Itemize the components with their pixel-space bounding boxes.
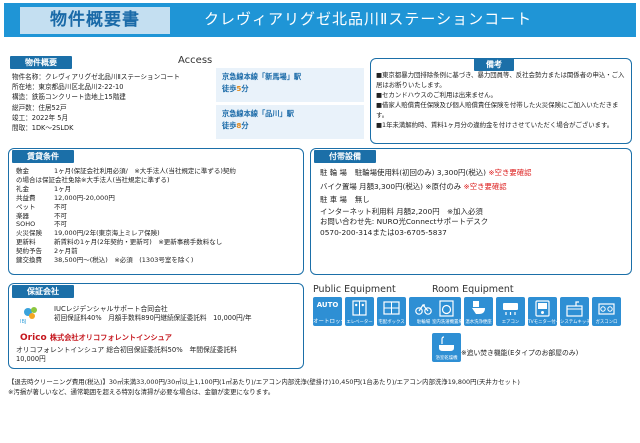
public-equipment-icons: AUTO オートロック エレベーター 宅配ボックス 駐輪場 <box>313 297 438 326</box>
route-walk: 徒歩5分 <box>222 84 249 93</box>
overview-line: 間取：1DK～2SLDK <box>12 124 74 133</box>
facilities-list: 駐 輪 場駐輪場使用料(初回のみ) 3,300円(税込) ※空き要確認 バイク置… <box>320 166 630 238</box>
footer-notes: 【退去時クリーニング費用(税込)】30㎡未満33,000円/30㎡以上1,100… <box>8 377 634 397</box>
lease-row: 契約予告 2ヶ月前 <box>16 247 78 256</box>
orico-logo: Orico 株式会社オリコフォレントインシュア <box>20 333 172 343</box>
gas-stove-icon: ガスコンロ <box>592 297 621 326</box>
elevator-icon: エレベーター <box>345 297 374 326</box>
overview-label: 物件概要 <box>10 56 72 69</box>
internet-info: インターネット利用料 月額2,200円 ※加入必須 お問い合わせ先: NURO光… <box>320 206 489 237</box>
reheating-note: ※追い焚き機能(Eタイプのお部屋のみ) <box>461 349 579 357</box>
overview-line: 構造：鉄筋コンクリート造地上15階建 <box>12 93 126 102</box>
washing-machine-icon: 室内洗濯機置場 <box>432 297 461 326</box>
route-walk: 徒歩8分 <box>222 121 249 130</box>
guarantee-company: IUCレジデンシャルサポート合同会社 初回保証料40% 月額手数料890円継続保… <box>54 305 252 322</box>
public-equipment-title: Public Equipment <box>313 284 396 295</box>
availability-note: ※空き要確認 <box>463 181 507 191</box>
lease-row: 共益費 12,000円-20,000円 <box>16 193 115 202</box>
system-kitchen-icon: システムキッチン <box>560 297 589 326</box>
lease-row: 楽器 不可 <box>16 211 67 220</box>
remark-line: ■借家人賠償責任保険及び個人賠償責任保険を付帯した火災保険にご加入いただきます。 <box>376 101 619 119</box>
lease-row: ペット 不可 <box>16 202 67 211</box>
lease-row: の場合は保証会社免除※大手法人(当社規定に準ずる) <box>16 175 170 184</box>
facility-parking: 駐 車 場無し <box>320 195 370 204</box>
access-route: 京急線本線「品川」駅 徒歩8分 <box>216 105 364 139</box>
auto-lock-icon: AUTO オートロック <box>313 297 342 326</box>
overview-list: 物件名称：クレヴィアリグゼ北品川Ⅱステーションコート 所在地：東京都品川区北品川… <box>12 72 210 133</box>
overview-line: 総戸数：住居52戸 <box>12 103 67 112</box>
footer-line: ※汚損が著しいなど、通常範囲を超える特別な清掃が必要な場合は、金額が変更になりま… <box>8 388 275 396</box>
overview-line: 竣工：2022年 5月 <box>12 113 69 122</box>
availability-note: ※空き要確認 <box>488 168 532 177</box>
bathroom-dryer-icon: 浴室乾燥機 <box>432 333 461 362</box>
guarantee-label: 保証会社 <box>12 285 74 298</box>
room-equipment-title: Room Equipment <box>432 284 514 295</box>
lease-row: SOHO 不可 <box>16 220 67 229</box>
lease-row: 火災保険 19,000円/2年(東京海上ミレア保険) <box>16 229 160 238</box>
remark-line: ■東京都暴力団排除条例に基づき、暴力団員等、反社会勢力または関係者の申込・ご入居… <box>376 71 625 89</box>
lease-row: 更新料 新賃料の1ヶ月(2年契約・更新可) ※更新事務手数料なし <box>16 238 223 247</box>
guarantee-company: オリコフォレントインシュア 総合初回保証委託料50% 年間保証委託料 10,00… <box>16 346 238 363</box>
lease-row: 礼金 1ヶ月 <box>16 184 72 193</box>
ibj-logo: IBJ <box>20 304 46 326</box>
air-conditioner-icon: エアコン <box>496 297 525 326</box>
access-title: Access <box>178 55 213 66</box>
delivery-box-icon: 宅配ボックス <box>377 297 406 326</box>
access-route: 京急線本線「新馬場」駅 徒歩5分 <box>216 68 364 102</box>
overview-line: 所在地：東京都品川区北品川2-22-10 <box>12 83 124 92</box>
facility-bike: バイク置場 月額3,300円(税込) ※原付のみ ※空き要確認 <box>320 181 507 191</box>
route-line: 京急線本線「新馬場」駅 <box>222 72 302 81</box>
remark-line: ■1年未満解約時、賃料1ヶ月分の違約金を付けさせていただく場合がございます。 <box>376 121 614 129</box>
property-name: クレヴィアリグゼ北品川Ⅱステーションコート <box>204 10 533 28</box>
intercom-icon: TVモニター付インターフォン <box>528 297 557 326</box>
document-title: 物件概要書 <box>20 7 170 34</box>
room-equipment-icons: 室内洗濯機置場 温水洗浄便座 エアコン TVモニター付インターフォン システムキ… <box>432 297 621 326</box>
header-banner: 物件概要書 クレヴィアリグゼ北品川Ⅱステーションコート <box>4 3 636 37</box>
facility-bicycle: 駐 輪 場駐輪場使用料(初回のみ) 3,300円(税込) ※空き要確認 <box>320 168 532 177</box>
overview-line: 物件名称：クレヴィアリグゼ北品川Ⅱステーションコート <box>12 73 180 81</box>
remark-line: ■セカンドハウスのご利用は出来ません。 <box>376 91 497 99</box>
lease-label: 賃貸条件 <box>12 150 74 163</box>
lease-row: 鍵交換費 38,500円～(税込) ※必須 (1303号室を除く) <box>16 256 194 265</box>
facilities-label: 付帯設備 <box>314 150 376 163</box>
washlet-icon: 温水洗浄便座 <box>464 297 493 326</box>
footer-line: 【退去時クリーニング費用(税込)】30㎡未満33,000円/30㎡以上1,100… <box>8 378 520 386</box>
route-line: 京急線本線「品川」駅 <box>222 109 294 118</box>
lease-row: 敷金 1ヶ月(保証会社利用必須/ ※大手法人(当社規定に準ずる)契約 <box>16 167 236 175</box>
remarks-list: ■東京都暴力団排除条例に基づき、暴力団員等、反社会勢力または関係者の申込・ご入居… <box>376 70 630 130</box>
lease-table: 敷金 1ヶ月(保証会社利用必須/ ※大手法人(当社規定に準ずる)契約 の場合は保証… <box>16 167 300 265</box>
room-equipment-icons-row2: 浴室乾燥機 <box>432 333 461 362</box>
